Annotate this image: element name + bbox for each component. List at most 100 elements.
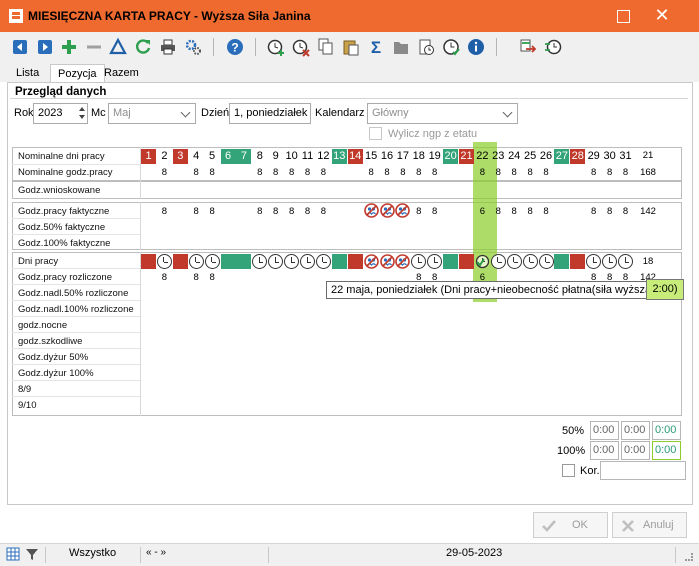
kor-field[interactable]	[600, 461, 686, 480]
day-header-6[interactable]: 6	[220, 149, 236, 164]
clock-icon[interactable]	[618, 254, 633, 269]
sum-icon[interactable]: Σ	[366, 37, 386, 57]
clock-icon[interactable]	[204, 254, 220, 269]
day-header-7[interactable]: 7	[236, 149, 252, 164]
copy-icon[interactable]	[316, 37, 336, 57]
clock-icon[interactable]	[602, 254, 618, 269]
ok-button[interactable]: OK	[533, 512, 608, 538]
close-button[interactable]: ✕	[650, 4, 674, 28]
clock-icon[interactable]	[506, 254, 522, 269]
calendar-doc-icon[interactable]	[416, 37, 436, 57]
clock-icon[interactable]	[188, 254, 204, 269]
info-icon[interactable]	[466, 37, 486, 57]
sick-leave-icon[interactable]	[395, 254, 411, 269]
weekend-block[interactable]	[220, 254, 236, 269]
weekend-block[interactable]	[331, 254, 347, 269]
holiday-block[interactable]	[347, 254, 363, 269]
p100-field-3[interactable]: 0:00	[652, 441, 681, 460]
sick-leave-icon[interactable]	[379, 254, 395, 269]
day-header-8[interactable]: 8	[252, 149, 267, 164]
next-record-icon[interactable]	[35, 37, 55, 57]
weekend-block[interactable]	[554, 254, 570, 269]
clock-check-icon[interactable]	[441, 37, 461, 57]
clock-icon[interactable]	[538, 254, 554, 269]
sick-leave-icon[interactable]	[363, 203, 379, 218]
day-header-21[interactable]: 21	[459, 149, 474, 164]
day-header-11[interactable]: 11	[300, 149, 315, 164]
day-header-4[interactable]: 4	[189, 149, 204, 164]
p100-field-2[interactable]: 0:00	[621, 441, 650, 460]
day-header-25[interactable]: 25	[523, 149, 538, 164]
folder-icon[interactable]	[391, 37, 411, 57]
day-header-29[interactable]: 29	[586, 149, 601, 164]
day-header-28[interactable]: 28	[570, 149, 586, 164]
delete-time-icon[interactable]	[291, 37, 311, 57]
tab-razem[interactable]: Razem	[97, 64, 146, 82]
nav-status[interactable]: « - »	[146, 547, 166, 558]
clock-icon[interactable]	[300, 254, 315, 269]
prev-record-icon[interactable]	[10, 37, 30, 57]
day-header-18[interactable]: 18	[411, 149, 426, 164]
clock-icon[interactable]	[522, 254, 538, 269]
day-header-26[interactable]: 26	[539, 149, 554, 164]
sick-leave-icon[interactable]	[395, 203, 411, 218]
day-header-1[interactable]: 1	[141, 149, 156, 164]
cancel-button[interactable]: Anuluj	[612, 512, 687, 538]
paste-icon[interactable]	[341, 37, 361, 57]
year-spinner-icon[interactable]	[79, 107, 85, 120]
holiday-block[interactable]	[172, 254, 188, 269]
clock-icon[interactable]	[490, 254, 506, 269]
p50-field-2[interactable]: 0:00	[621, 421, 650, 440]
sick-leave-icon[interactable]	[379, 203, 395, 218]
day-input[interactable]: 1, poniedziałek	[229, 103, 311, 124]
holiday-block[interactable]	[459, 254, 474, 269]
day-header-23[interactable]: 23	[491, 149, 506, 164]
clock-icon[interactable]	[315, 254, 331, 269]
day-header-31[interactable]: 31	[618, 149, 633, 164]
kor-checkbox[interactable]	[562, 464, 575, 477]
day-header-12[interactable]: 12	[316, 149, 331, 164]
remove-icon[interactable]	[84, 37, 104, 57]
tab-lista[interactable]: Lista	[9, 64, 46, 82]
day-header-9[interactable]: 9	[268, 149, 283, 164]
maximize-button[interactable]	[612, 5, 634, 27]
settings-icon[interactable]	[183, 37, 203, 57]
filter-icon[interactable]	[25, 547, 39, 561]
day-header-10[interactable]: 10	[284, 149, 299, 164]
p50-field-1[interactable]: 0:00	[590, 421, 619, 440]
work-absence-icon[interactable]	[475, 254, 490, 269]
p50-field-3[interactable]: 0:00	[652, 421, 681, 440]
clock-swap-icon[interactable]	[543, 37, 563, 57]
refresh-icon[interactable]	[133, 37, 153, 57]
edit-icon[interactable]	[108, 37, 128, 57]
day-header-17[interactable]: 17	[395, 149, 410, 164]
year-input[interactable]: 2023	[33, 103, 88, 124]
add-time-icon[interactable]	[266, 37, 286, 57]
swap-icon[interactable]	[518, 37, 538, 57]
day-header-3[interactable]: 3	[172, 149, 188, 164]
resize-grip-icon[interactable]	[685, 553, 693, 561]
day-header-16[interactable]: 16	[380, 149, 395, 164]
clock-icon[interactable]	[284, 254, 300, 269]
month-select[interactable]: Maj	[108, 103, 196, 124]
print-icon[interactable]	[158, 37, 178, 57]
grid-icon[interactable]	[6, 547, 20, 561]
holiday-block[interactable]	[570, 254, 586, 269]
day-header-13[interactable]: 13	[331, 149, 347, 164]
clock-icon[interactable]	[156, 254, 172, 269]
day-header-15[interactable]: 15	[364, 149, 379, 164]
day-header-27[interactable]: 27	[554, 149, 570, 164]
day-header-22[interactable]: 22	[475, 149, 490, 164]
day-header-20[interactable]: 20	[443, 149, 459, 164]
p100-field-1[interactable]: 0:00	[590, 441, 619, 460]
calendar-select[interactable]: Główny	[367, 103, 518, 124]
day-header-30[interactable]: 30	[602, 149, 617, 164]
help-icon[interactable]: ?	[225, 37, 245, 57]
day-header-5[interactable]: 5	[205, 149, 220, 164]
add-icon[interactable]	[59, 37, 79, 57]
weekend-block[interactable]	[236, 254, 252, 269]
sick-leave-icon[interactable]	[363, 254, 379, 269]
day-header-19[interactable]: 19	[427, 149, 442, 164]
holiday-block[interactable]	[141, 254, 156, 269]
day-header-14[interactable]: 14	[347, 149, 363, 164]
